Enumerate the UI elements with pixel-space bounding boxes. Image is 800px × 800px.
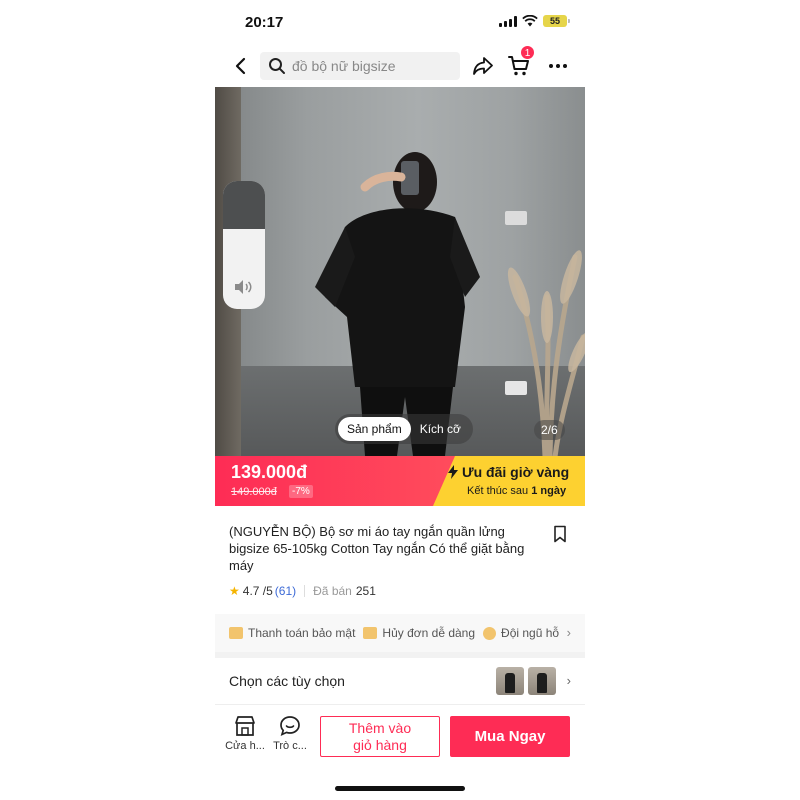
- rating-count: (61): [274, 584, 297, 598]
- benefit-secure-payment: Thanh toán bảo mật: [229, 626, 355, 640]
- rating-divider: [304, 585, 306, 597]
- support-icon: [483, 626, 497, 640]
- back-arrow-icon: [235, 57, 246, 75]
- bolt-icon: [448, 465, 458, 479]
- status-bar: 20:17 55: [215, 0, 585, 44]
- benefit-easy-cancel: Hủy đơn dễ dàng: [363, 626, 475, 640]
- volume-overlay: [223, 181, 265, 309]
- more-icon: [549, 64, 567, 68]
- tab-product[interactable]: Sản phẩm: [338, 417, 411, 441]
- product-title: (NGUYỄN BỘ) Bộ sơ mi áo tay ngắn quần lử…: [229, 524, 525, 573]
- card-icon: [229, 627, 243, 639]
- wifi-icon: [522, 15, 538, 27]
- share-button[interactable]: [471, 54, 495, 78]
- rating-row[interactable]: ★ 4.7 /5 (61) Đã bán 251: [229, 584, 376, 598]
- chat-label: Trò c...: [273, 740, 307, 752]
- search-icon: [269, 58, 285, 74]
- back-button[interactable]: [229, 54, 253, 78]
- add-to-cart-line1: Thêm vào: [348, 720, 412, 736]
- top-nav: 1: [215, 45, 585, 84]
- flash-deal-title: Ưu đãi giờ vàng: [448, 464, 569, 480]
- product-image-carousel[interactable]: Sản phẩm Kích cỡ 2/6: [215, 87, 585, 456]
- shop-icon: [235, 716, 255, 736]
- bookmark-icon: [554, 525, 566, 543]
- cart-count-badge: 1: [520, 45, 535, 60]
- search-input[interactable]: [292, 58, 452, 74]
- benefit-label: Thanh toán bảo mật: [248, 626, 356, 640]
- flash-deal-title-text: Ưu đãi giờ vàng: [462, 464, 570, 480]
- bottom-action-bar: Cửa h... Trò c... Thêm vào giỏ hàng Mua …: [215, 704, 585, 770]
- countdown-value: 1 ngày: [531, 485, 567, 497]
- share-icon: [473, 57, 493, 75]
- price-banner: 139.000đ 149.000đ -7% Ưu đãi giờ vàng Kế…: [215, 456, 585, 506]
- status-time: 20:17: [245, 14, 284, 31]
- battery-indicator: 55: [543, 15, 570, 27]
- select-options-row[interactable]: Chọn các tùy chọn ›: [215, 658, 585, 704]
- option-thumbnail[interactable]: [528, 667, 556, 695]
- chat-button[interactable]: Trò c...: [270, 715, 310, 752]
- image-counter: 2/6: [534, 420, 565, 440]
- home-indicator: [335, 786, 465, 791]
- benefit-support-team: Đội ngũ hỗ: [483, 626, 559, 640]
- sold-label: Đã bán: [313, 584, 352, 598]
- shop-label: Cửa h...: [225, 740, 265, 752]
- benefit-label: Đội ngũ hỗ: [501, 626, 560, 640]
- option-thumbnail[interactable]: [496, 667, 524, 695]
- benefits-row[interactable]: Thanh toán bảo mật Hủy đơn dễ dàng Đội n…: [215, 614, 585, 652]
- more-options-button[interactable]: [545, 54, 571, 78]
- image-wall-switch: [505, 211, 527, 225]
- countdown-prefix: Kết thúc sau: [467, 485, 529, 497]
- model-figure: [315, 152, 480, 456]
- rating-value: 4.7 /5: [242, 584, 273, 598]
- bookmark-button[interactable]: [552, 525, 568, 543]
- benefit-label: Hủy đơn dễ dàng: [382, 626, 476, 640]
- current-price: 139.000đ: [231, 462, 308, 482]
- buy-now-button[interactable]: Mua Ngay: [450, 716, 570, 757]
- shop-button[interactable]: Cửa h...: [225, 715, 265, 752]
- tab-size[interactable]: Kích cỡ: [411, 417, 470, 441]
- options-label: Chọn các tùy chọn: [229, 673, 345, 689]
- flash-deal-countdown: Kết thúc sau 1 ngày: [467, 485, 566, 497]
- sold-count: 251: [355, 584, 376, 598]
- speaker-icon: [233, 279, 253, 298]
- search-bar[interactable]: [260, 52, 460, 80]
- chat-icon: [280, 716, 300, 737]
- status-icons: 55: [499, 15, 570, 27]
- image-type-tabs: Sản phẩm Kích cỡ: [335, 414, 473, 444]
- product-page: 20:17 55 1: [215, 0, 585, 800]
- chevron-right-icon: ›: [566, 625, 571, 640]
- star-icon: ★: [229, 584, 240, 598]
- volume-level-fill: [223, 181, 265, 229]
- original-price: 149.000đ: [231, 486, 277, 498]
- discount-badge: -7%: [289, 485, 313, 498]
- folder-icon: [363, 627, 378, 639]
- add-to-cart-line2: giỏ hàng: [353, 737, 407, 753]
- signal-icon: [499, 15, 517, 27]
- chevron-right-icon: ›: [566, 673, 571, 688]
- add-to-cart-button[interactable]: Thêm vào giỏ hàng: [320, 716, 440, 757]
- price-section: 139.000đ 149.000đ -7%: [215, 456, 455, 506]
